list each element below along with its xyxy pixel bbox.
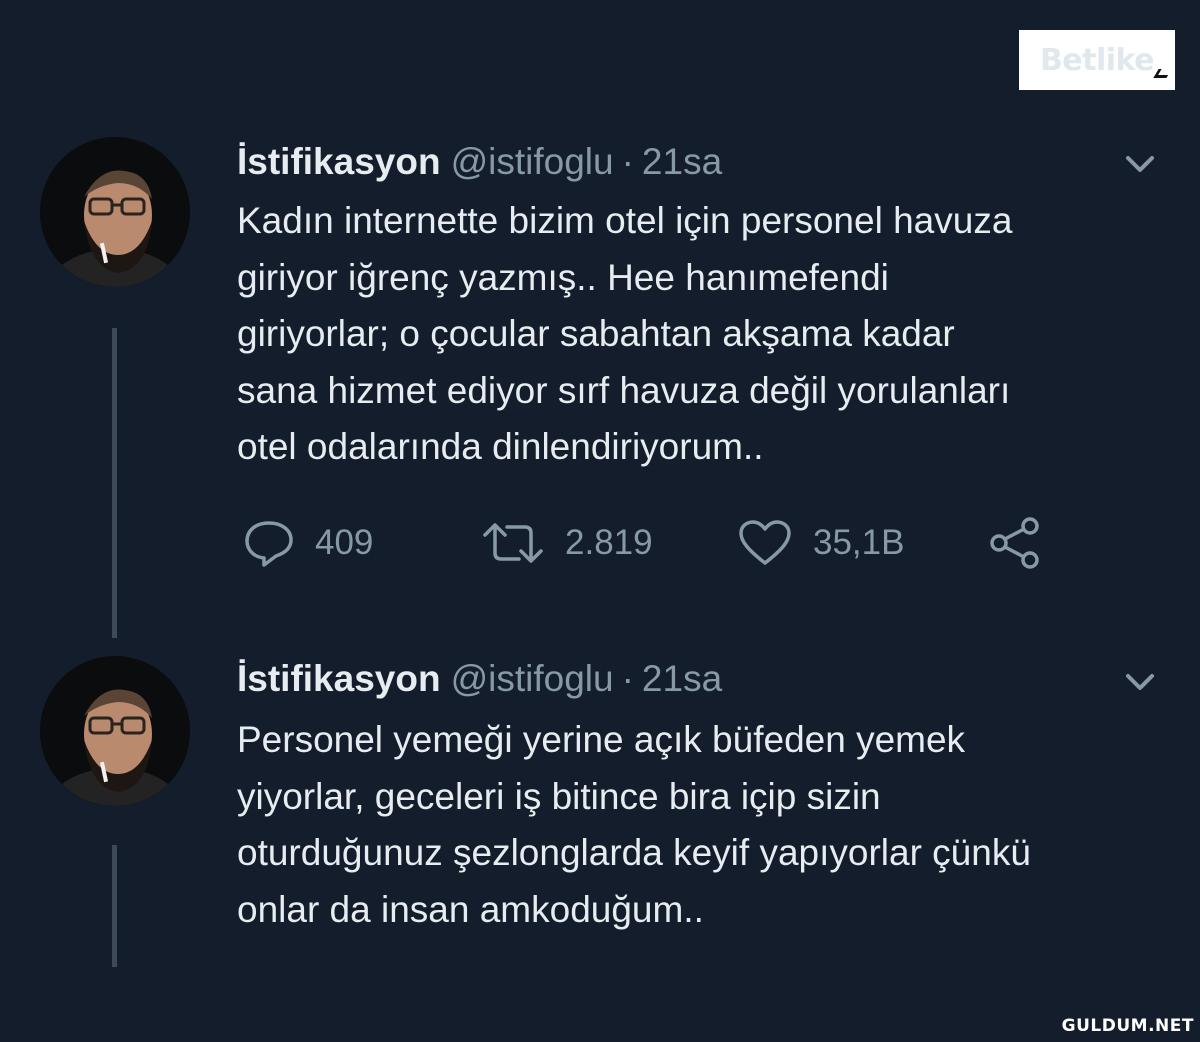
retweet-count: 2.819: [565, 523, 653, 562]
avatar[interactable]: [40, 137, 190, 287]
tweet-actions: 409 2.819 35,1B: [243, 513, 1063, 573]
separator-dot: ·: [621, 141, 634, 182]
heart-icon: [739, 520, 791, 565]
share-button[interactable]: [988, 513, 1042, 573]
tweet-text: Personel yemeği yerine açık büfeden yeme…: [237, 712, 1157, 938]
watermark-logo-text: Betlike: [1039, 42, 1155, 78]
display-name[interactable]: İstifikasyon: [237, 141, 441, 183]
tweet-text-line: giriyor iğrenç yazmış.. Hee hanımefendi: [237, 256, 889, 298]
tweet-header: İstifikasyon @istifoglu · 21sa: [237, 141, 722, 185]
like-button[interactable]: 35,1B: [737, 513, 904, 573]
thread-connector-line-lower: [112, 845, 117, 967]
share-icon: [990, 517, 1039, 569]
avatar[interactable]: [40, 656, 190, 806]
tweet-text-line: sana hizmet ediyor sırf havuza değil yor…: [237, 369, 1011, 411]
avatar-photo: [40, 656, 190, 806]
chevron-down-icon[interactable]: [1122, 152, 1158, 176]
tweet-header: İstifikasyon @istifoglu · 21sa: [237, 658, 722, 702]
timestamp[interactable]: 21sa: [642, 658, 722, 700]
reply-button[interactable]: 409: [243, 513, 373, 573]
tweet-text-line: oturduğunuz şezlonglarda keyif yapıyorla…: [237, 832, 1031, 874]
retweet-button[interactable]: 2.819: [481, 513, 653, 573]
like-count: 35,1B: [813, 523, 905, 562]
tweet-text-line: giriyorlar; o çocular sabahtan akşama ka…: [237, 313, 955, 355]
watermark-site: GULDUM.NET: [1061, 1016, 1194, 1036]
tweet-text: Kadın internette bizim otel için persone…: [237, 193, 1157, 476]
chevron-down-icon[interactable]: [1122, 670, 1158, 694]
reply-icon: [245, 521, 293, 567]
retweet-icon: [483, 523, 543, 563]
watermark-logo: Betlike: [1019, 30, 1175, 90]
thread-connector-line: [112, 328, 117, 638]
tweet-text-line: Kadın internette bizim otel için persone…: [237, 200, 1013, 241]
timestamp[interactable]: 21sa: [642, 141, 722, 183]
separator-dot: ·: [621, 658, 634, 699]
tweet-text-line: otel odalarında dinlendiriyorum..: [237, 426, 764, 468]
avatar-photo: [40, 137, 190, 287]
display-name[interactable]: İstifikasyon: [237, 658, 441, 700]
user-handle[interactable]: @istifoglu: [451, 141, 614, 183]
tweet-text-line: yiyorlar, geceleri iş bitince bira içip …: [237, 775, 881, 817]
reply-count: 409: [315, 523, 374, 562]
tweet-text-line: onlar da insan amkoduğum..: [237, 888, 704, 930]
tweet-text-line: Personel yemeği yerine açık büfeden yeme…: [237, 719, 966, 760]
user-handle[interactable]: @istifoglu: [451, 658, 614, 700]
watermark-tick-mark: [1153, 69, 1172, 78]
